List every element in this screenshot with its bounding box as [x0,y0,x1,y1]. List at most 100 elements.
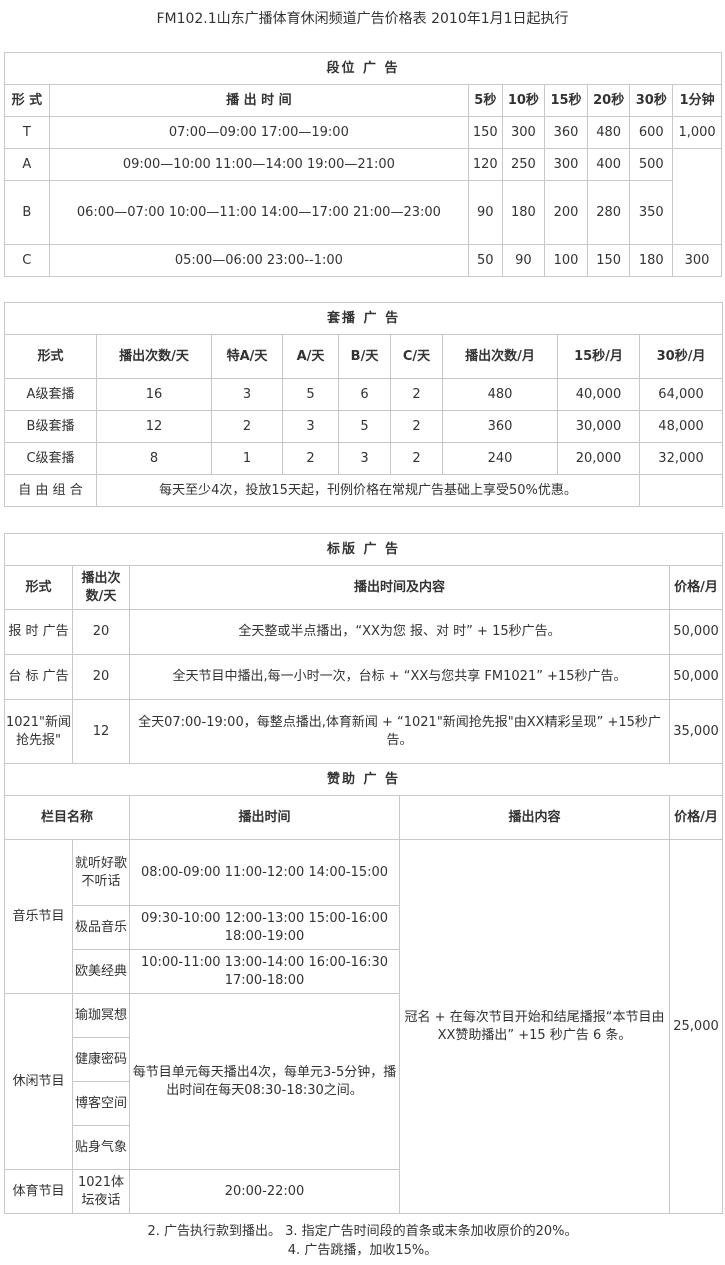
cell: 20 [72,654,130,700]
cell: 280 [586,180,631,245]
cell: B [4,180,50,245]
cell: 欧美经典 [72,949,130,994]
cell: 每节目单元每天播出4次，每单元3-5分钟，播出时间在每天08:30-18:30之… [129,993,400,1170]
cell: 150 [586,244,631,277]
sponsor-content: 冠名 + 在每次节目开始和结尾播报“本节目由XX赞助播出” +15 秒广告 6 … [399,839,670,1214]
cell [672,148,722,245]
cell: 64,000 [638,378,724,411]
col-plays-per-month: 播出次数/月 [442,334,558,379]
table-row: A 09:00—10:00 11:00—14:00 19:00—21:00 120 2… [4,148,722,245]
cell: 贴身气象 [72,1125,130,1170]
cell: 3 [211,378,283,411]
standard-sponsor-table: 标版 广 告 形式 播出次数/天 播出时间及内容 价格/月 报 时 广告 20 全天… [4,533,723,1214]
cell: 150 [468,116,503,149]
cell: 600 [629,116,674,149]
cell: 6 [338,378,391,411]
cell: 1,000 [672,116,722,149]
col-15s-month: 15秒/月 [557,334,640,379]
sponsor-price: 25,000 [669,839,723,1214]
cell: 2 [390,442,443,475]
cell: 50,000 [669,609,723,655]
cell: 50,000 [669,654,723,700]
cell: 报 时 广告 [4,609,73,655]
table-row: 音乐节目 就听好歌不听话 08:00-09:00 11:00-12:00 14:… [4,839,723,1214]
col-1min: 1分钟 [672,84,722,117]
group-leisure: 休闲节目 [4,993,73,1170]
col-program-name: 栏目名称 [4,795,130,840]
cell: 32,000 [638,442,724,475]
cell: 5 [338,410,391,443]
col-air-time: 播出时间 [129,795,400,840]
cell: 500 [629,148,674,181]
cell: 06:00—07:00 10:00—11:00 14:00—17:00 21:0… [48,180,470,245]
col-b: B/天 [338,334,391,379]
col-time: 播 出 时 间 [48,84,470,117]
footer-note-2: 4. 广告跳播，加收15%。 [287,1243,438,1258]
cell: 180 [629,244,674,277]
package-ad-header: 套播 广 告 [3,302,724,335]
col-30s: 30秒 [629,84,674,117]
cell: 20,000 [557,442,640,475]
standard-ad-header: 标版 广 告 [4,533,723,566]
cell: 300 [672,244,722,277]
cell: 1021"新闻抢先报" [4,699,73,764]
cell: 180 [501,180,546,245]
col-price-month: 价格/月 [669,565,723,610]
cell: 09:00—10:00 11:00—14:00 19:00—21:00 [48,148,470,181]
cell: 100 [544,244,588,277]
cell: 120 [468,148,503,181]
group-sports: 体育节目 [4,1169,73,1214]
cell: 07:00—09:00 17:00—19:00 [48,116,470,149]
col-special-a: 特A/天 [211,334,283,379]
col-10s: 10秒 [501,84,546,117]
cell: A [4,148,50,181]
cell: 300 [501,116,546,149]
col-c: C/天 [390,334,443,379]
col-plays-per-day: 播出次数/天 [72,565,130,610]
cell: 全天节目中播出,每一小时一次，台标 + “XX与您共享 FM1021” +15秒… [129,654,670,700]
cell: 08:00-09:00 11:00-12:00 14:00-15:00 [129,839,400,906]
cell: 200 [544,180,588,245]
col-a: A/天 [282,334,339,379]
cell: 全天整或半点播出，“XX为您 报、对 时” + 15秒广告。 [129,609,670,655]
cell: 1 [211,442,283,475]
col-30s-month: 30秒/月 [638,334,724,379]
sponsor-ad-header: 赞助 广 告 [4,763,723,796]
col-air-content: 播出内容 [399,795,670,840]
cell: 瑜珈冥想 [72,993,130,1038]
cell: 480 [442,378,558,411]
cell: 10:00-11:00 13:00-14:00 16:00-16:30 17:0… [129,949,400,994]
col-form: 形式 [4,565,73,610]
table-row: 台 标 广告 20 全天节目中播出,每一小时一次，台标 + “XX与您共享 FM10… [4,654,723,700]
table-row: T 07:00—09:00 17:00—19:00 150 300 360 480 600 1… [4,116,722,149]
cell: 360 [442,410,558,443]
cell: C [4,244,50,277]
col-form: 形式 [4,334,97,379]
cell: 360 [544,116,588,149]
table-row: 1021"新闻抢先报" 12 全天07:00-19:00，每整点播出,体育新闻 + … [4,699,723,764]
cell: 240 [442,442,558,475]
cell: 2 [211,410,283,443]
cell: 1021体坛夜话 [72,1169,130,1214]
cell: 400 [586,148,631,181]
cell: 3 [282,410,339,443]
segment-ad-header: 段位 广 告 [4,52,722,85]
cell: 就听好歌不听话 [72,839,130,906]
cell: 16 [96,378,212,411]
page-title: FM102.1山东广播体育休闲频道广告价格表 2010年1月1日起执行 [156,11,569,27]
cell: 480 [586,116,631,149]
cell: 30,000 [557,410,640,443]
cell: 12 [96,410,212,443]
segment-ad-table: 段位 广 告 形 式 播 出 时 间 5秒 10秒 15秒 20秒 30秒 1分… [4,52,722,277]
table-row: B 06:00—07:00 10:00—11:00 14:00—17:00 21:… [4,180,722,245]
cell: 台 标 广告 [4,654,73,700]
table-row: 自 由 组 合 每天至少4次，投放15天起，刊例价格在常规广告基础上享受50%优… [4,474,724,507]
col-20s: 20秒 [586,84,631,117]
table-row: 报 时 广告 20 全天整或半点播出，“XX为您 报、对 时” + 15秒广告。 50… [4,609,723,655]
col-plays-per-day: 播出次数/天 [96,334,212,379]
cell: 40,000 [557,378,640,411]
cell: 2 [282,442,339,475]
cell: 博客空间 [72,1081,130,1126]
cell: 35,000 [669,699,723,764]
cell: 300 [544,148,588,181]
